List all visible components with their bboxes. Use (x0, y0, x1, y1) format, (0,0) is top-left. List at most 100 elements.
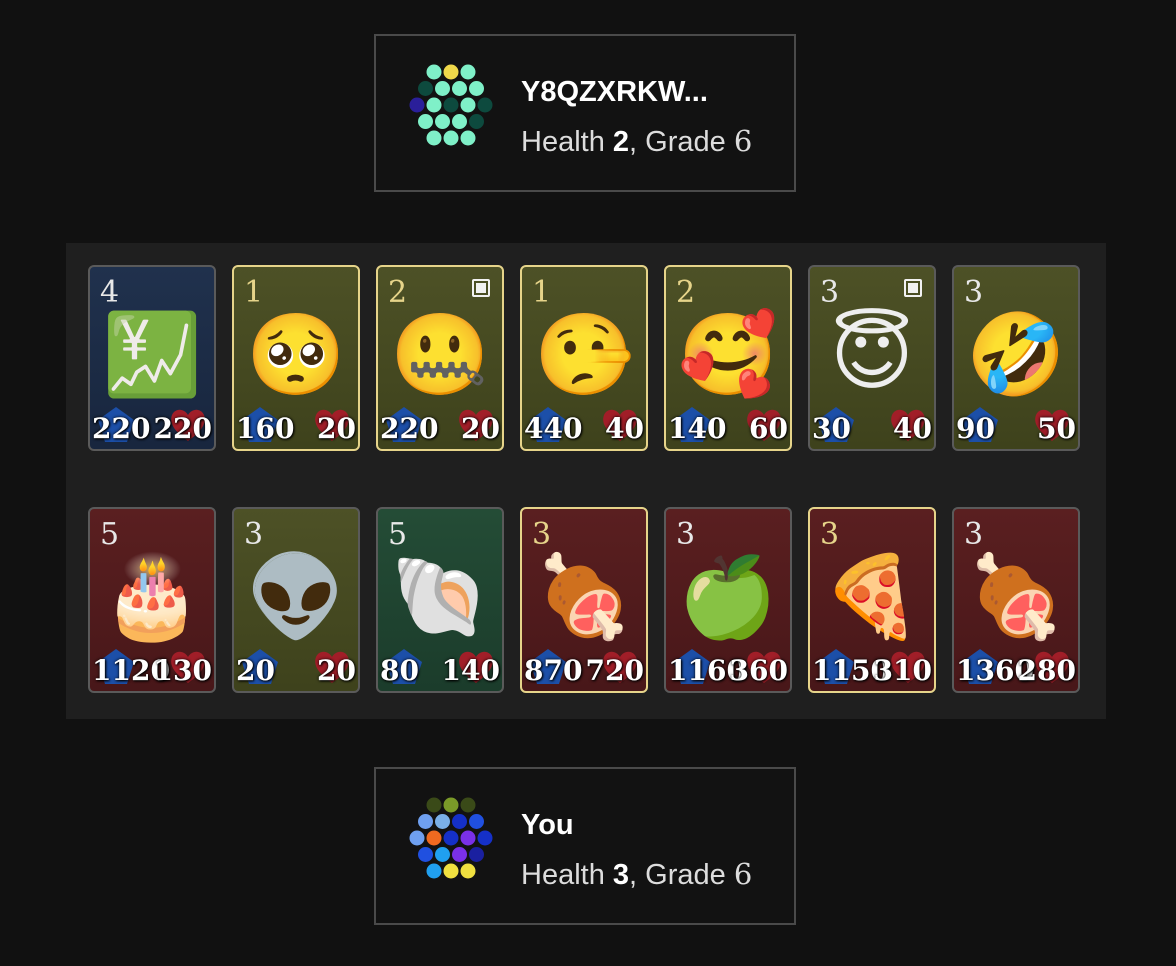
avatar-dot (460, 64, 476, 80)
avatar-dot (452, 81, 467, 96)
minion-card[interactable]: 3 😇 30 40 (808, 265, 936, 451)
avatar-dot (443, 797, 459, 813)
minion-card[interactable]: 4 💹 220 220 (88, 265, 216, 451)
avatar-dot (460, 830, 476, 846)
player-stats-separator: , (629, 859, 638, 891)
avatar-dot (443, 130, 459, 146)
card-tier: 2 (388, 275, 408, 310)
avatar-dot (426, 830, 442, 846)
green-apple-icon: 🍏 (678, 550, 778, 643)
birthday-cake-icon: 🎂 (102, 550, 202, 643)
card-attack: 440 (524, 412, 583, 445)
card-health: 20 (317, 654, 356, 687)
opponent-stats-separator: , (629, 126, 638, 158)
avatar-dot (418, 814, 433, 829)
opponent-name: Y8QZXRKW... (521, 76, 708, 108)
spiral-shell-icon: 🐚 (390, 550, 490, 643)
card-health: 280 (1017, 654, 1076, 687)
card-health: 60 (749, 412, 788, 445)
alien-icon: 👽 (246, 550, 346, 643)
pizza-icon: 🍕 (822, 550, 922, 643)
player-health-label: Health (521, 859, 605, 891)
card-attack: 80 (380, 654, 419, 687)
card-attack: 140 (668, 412, 727, 445)
avatar-dot (443, 97, 459, 113)
player-panel: You Health 3, Grade 6 (374, 767, 796, 925)
minion-card[interactable]: 3 🍕 1150 310 (808, 507, 936, 693)
minion-card[interactable]: 3 👽 20 20 (232, 507, 360, 693)
lying-face-icon: 🤥 (534, 308, 634, 401)
avatar-dot (409, 830, 425, 846)
avatar-dot (452, 847, 467, 862)
avatar-dot (418, 847, 433, 862)
opponent-stats: Health 2, Grade 6 (521, 124, 752, 159)
card-tier: 4 (100, 275, 120, 310)
card-health: 130 (153, 654, 212, 687)
avatar-dot (477, 97, 493, 113)
player-name: You (521, 809, 574, 841)
card-health: 20 (317, 412, 356, 445)
card-attack: 870 (524, 654, 583, 687)
card-tier: 5 (100, 517, 120, 552)
card-health: 50 (1037, 412, 1076, 445)
card-attack: 220 (92, 412, 151, 445)
minion-card[interactable]: 1 🤥 440 40 (520, 265, 648, 451)
opponent-panel: Y8QZXRKW... Health 2, Grade 6 (374, 34, 796, 192)
card-attack: 220 (380, 412, 439, 445)
card-tier: 1 (532, 275, 552, 310)
card-tier: 1 (244, 275, 264, 310)
game-board: 4 💹 220 220 1 🥺 160 20 2 🤐 220 20 1 🤥 440 40 2 🥰 140 60 3 😇 30… (66, 243, 1106, 719)
avatar-dot (452, 114, 467, 129)
pleading-face-icon: 🥺 (246, 308, 346, 401)
card-tier: 3 (820, 275, 840, 310)
card-health: 220 (153, 412, 212, 445)
minion-card[interactable]: 1 🥺 160 20 (232, 265, 360, 451)
card-tier: 3 (244, 517, 264, 552)
avatar-dot (469, 81, 484, 96)
avatar-dot (469, 847, 484, 862)
card-health: 40 (605, 412, 644, 445)
avatar-dot (426, 64, 442, 80)
avatar-dot (409, 97, 425, 113)
chart-increasing-yen-icon: 💹 (102, 308, 202, 401)
avatar-dot (443, 863, 459, 879)
opponent-health-value: 2 (612, 126, 630, 158)
avatar-dot (469, 114, 484, 129)
card-tier: 3 (676, 517, 696, 552)
avatar-dot (426, 97, 442, 113)
avatar-dot (443, 830, 459, 846)
minion-card[interactable]: 2 🤐 220 20 (376, 265, 504, 451)
card-tier: 2 (676, 275, 696, 310)
avatar-dot (469, 814, 484, 829)
minion-card[interactable]: 5 🐚 80 140 (376, 507, 504, 693)
avatar-dot (460, 863, 476, 879)
player-grade-value: 6 (733, 857, 753, 891)
card-attack: 20 (236, 654, 275, 687)
avatar-dot (460, 97, 476, 113)
card-health: 20 (461, 412, 500, 445)
card-tier: 3 (532, 517, 552, 552)
card-tier: 5 (388, 517, 408, 552)
card-tier: 3 (964, 517, 984, 552)
avatar-dot (435, 114, 450, 129)
minion-card[interactable]: 3 🍏 1160 360 (664, 507, 792, 693)
card-attack: 90 (956, 412, 995, 445)
avatar-dot (418, 81, 433, 96)
minion-card[interactable]: 3 🤣 90 50 (952, 265, 1080, 451)
avatar-dot (418, 114, 433, 129)
avatar-dot (435, 81, 450, 96)
avatar-dot (435, 847, 450, 862)
avatar-dot (435, 814, 450, 829)
minion-card[interactable]: 2 🥰 140 60 (664, 265, 792, 451)
meat-on-bone-icon: 🍖 (534, 550, 634, 643)
avatar-dot (426, 863, 442, 879)
avatar-dot (452, 814, 467, 829)
minion-card[interactable]: 3 🍖 1360 280 (952, 507, 1080, 693)
card-attack: 160 (236, 412, 295, 445)
minion-card[interactable]: 5 🎂 1120 130 (88, 507, 216, 693)
minion-card[interactable]: 3 🍖 870 720 (520, 507, 648, 693)
player-grade-label: Grade (645, 859, 726, 891)
opponent-grade-value: 6 (733, 124, 753, 158)
avatar-dot (426, 130, 442, 146)
player-stats: Health 3, Grade 6 (521, 857, 752, 892)
